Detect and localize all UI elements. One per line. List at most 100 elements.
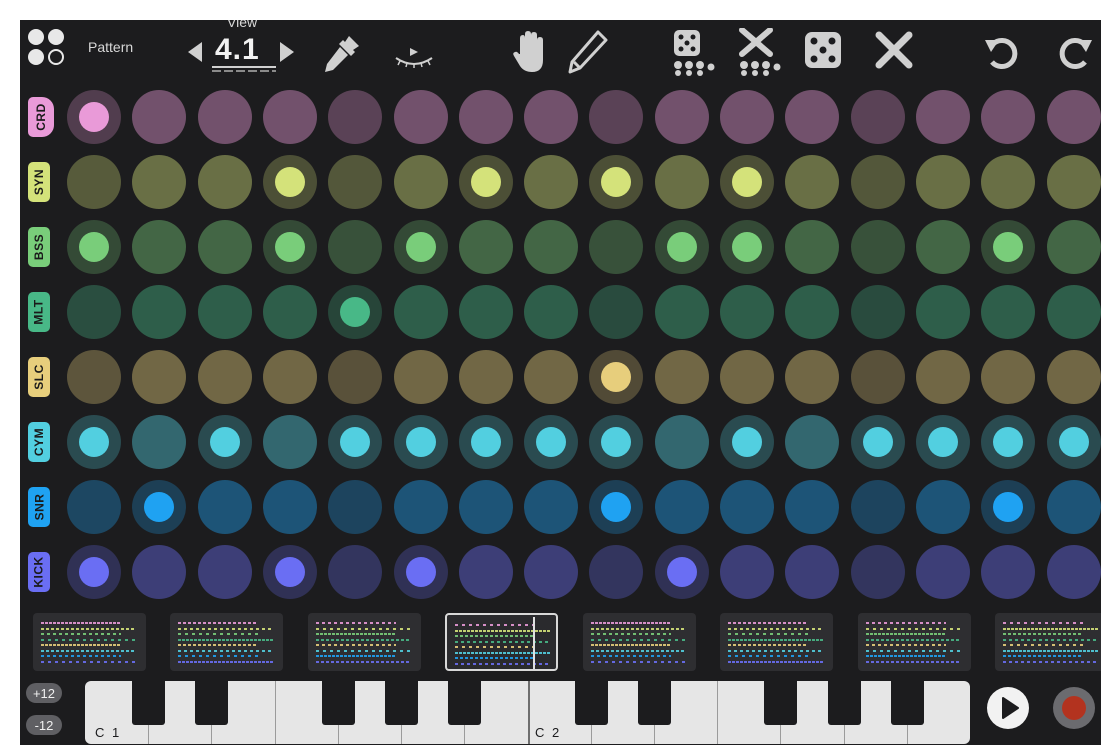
step-pad[interactable]	[916, 285, 970, 339]
step-pad[interactable]	[67, 545, 121, 599]
step-pad[interactable]	[394, 480, 448, 534]
step-pad[interactable]	[328, 415, 382, 469]
step-pad[interactable]	[67, 220, 121, 274]
step-pad[interactable]	[263, 155, 317, 209]
step-pad[interactable]	[67, 90, 121, 144]
step-pad[interactable]	[524, 220, 578, 274]
step-pad[interactable]	[198, 480, 252, 534]
play-button[interactable]	[987, 687, 1029, 729]
track-label-crd[interactable]: CRD	[28, 97, 54, 137]
step-pad[interactable]	[394, 415, 448, 469]
step-pad[interactable]	[1047, 480, 1101, 534]
black-key[interactable]	[195, 681, 228, 725]
step-pad[interactable]	[263, 350, 317, 404]
black-key[interactable]	[132, 681, 165, 725]
piano-keyboard[interactable]: C 1 C 2	[85, 681, 970, 744]
step-pad[interactable]	[459, 545, 513, 599]
step-pad[interactable]	[720, 220, 774, 274]
step-pad[interactable]	[328, 155, 382, 209]
step-pad[interactable]	[524, 545, 578, 599]
step-pad[interactable]	[720, 480, 774, 534]
step-pad[interactable]	[720, 155, 774, 209]
track-label-kick[interactable]: KICK	[28, 552, 50, 592]
step-pad[interactable]	[1047, 155, 1101, 209]
step-pad[interactable]	[916, 155, 970, 209]
step-pad[interactable]	[785, 220, 839, 274]
step-pad[interactable]	[67, 285, 121, 339]
step-pad[interactable]	[981, 155, 1035, 209]
step-pad[interactable]	[132, 480, 186, 534]
step-pad[interactable]	[459, 480, 513, 534]
step-pad[interactable]	[524, 415, 578, 469]
step-pad[interactable]	[589, 90, 643, 144]
step-pad[interactable]	[524, 285, 578, 339]
step-pad[interactable]	[198, 220, 252, 274]
step-pad[interactable]	[263, 480, 317, 534]
step-pad[interactable]	[263, 415, 317, 469]
pattern-thumbnail[interactable]	[33, 613, 146, 671]
pattern-thumbnail[interactable]	[995, 613, 1101, 671]
track-label-snr[interactable]: SNR	[28, 487, 50, 527]
redo-icon[interactable]	[1058, 34, 1094, 70]
pattern-thumbnail[interactable]	[720, 613, 833, 671]
black-key[interactable]	[764, 681, 797, 725]
step-pad[interactable]	[916, 545, 970, 599]
step-pad[interactable]	[785, 350, 839, 404]
step-pad[interactable]	[589, 285, 643, 339]
black-key[interactable]	[638, 681, 671, 725]
step-pad[interactable]	[981, 90, 1035, 144]
step-pad[interactable]	[328, 285, 382, 339]
hand-icon[interactable]	[512, 30, 548, 74]
step-pad[interactable]	[981, 285, 1035, 339]
arrow-right-icon[interactable]	[279, 41, 295, 63]
step-pad[interactable]	[394, 285, 448, 339]
pattern-thumbnail[interactable]	[445, 613, 558, 671]
step-pad[interactable]	[67, 480, 121, 534]
step-pad[interactable]	[589, 545, 643, 599]
step-pad[interactable]	[328, 545, 382, 599]
step-pad[interactable]	[263, 545, 317, 599]
step-pad[interactable]	[394, 220, 448, 274]
step-pad[interactable]	[851, 350, 905, 404]
step-pad[interactable]	[916, 90, 970, 144]
clear-all-icon[interactable]	[874, 30, 914, 70]
step-pad[interactable]	[1047, 415, 1101, 469]
step-pad[interactable]	[981, 545, 1035, 599]
randomize-notes-icon[interactable]	[670, 28, 716, 76]
step-pad[interactable]	[785, 480, 839, 534]
step-pad[interactable]	[263, 90, 317, 144]
step-pad[interactable]	[720, 545, 774, 599]
step-pad[interactable]	[720, 90, 774, 144]
track-label-syn[interactable]: SYN	[28, 162, 50, 202]
step-pad[interactable]	[851, 285, 905, 339]
step-pad[interactable]	[524, 350, 578, 404]
step-pad[interactable]	[981, 220, 1035, 274]
step-pad[interactable]	[1047, 350, 1101, 404]
step-pad[interactable]	[785, 90, 839, 144]
step-pad[interactable]	[851, 545, 905, 599]
step-pad[interactable]	[1047, 90, 1101, 144]
step-pad[interactable]	[981, 480, 1035, 534]
step-pad[interactable]	[524, 480, 578, 534]
octave-down-button[interactable]: -12	[26, 715, 62, 735]
step-pad[interactable]	[655, 220, 709, 274]
eyedropper-icon[interactable]	[321, 34, 361, 74]
step-pad[interactable]	[132, 545, 186, 599]
step-pad[interactable]	[655, 155, 709, 209]
track-label-mlt[interactable]: MLT	[28, 292, 50, 332]
undo-icon[interactable]	[983, 34, 1019, 70]
step-pad[interactable]	[328, 220, 382, 274]
step-pad[interactable]	[916, 415, 970, 469]
step-pad[interactable]	[67, 155, 121, 209]
step-pad[interactable]	[981, 350, 1035, 404]
arrow-left-icon[interactable]	[187, 41, 203, 63]
step-pad[interactable]	[981, 415, 1035, 469]
step-pad[interactable]	[589, 350, 643, 404]
step-pad[interactable]	[328, 90, 382, 144]
step-pad[interactable]	[655, 415, 709, 469]
step-pad[interactable]	[589, 155, 643, 209]
step-pad[interactable]	[524, 90, 578, 144]
step-pad[interactable]	[394, 155, 448, 209]
step-pad[interactable]	[198, 350, 252, 404]
step-pad[interactable]	[132, 350, 186, 404]
